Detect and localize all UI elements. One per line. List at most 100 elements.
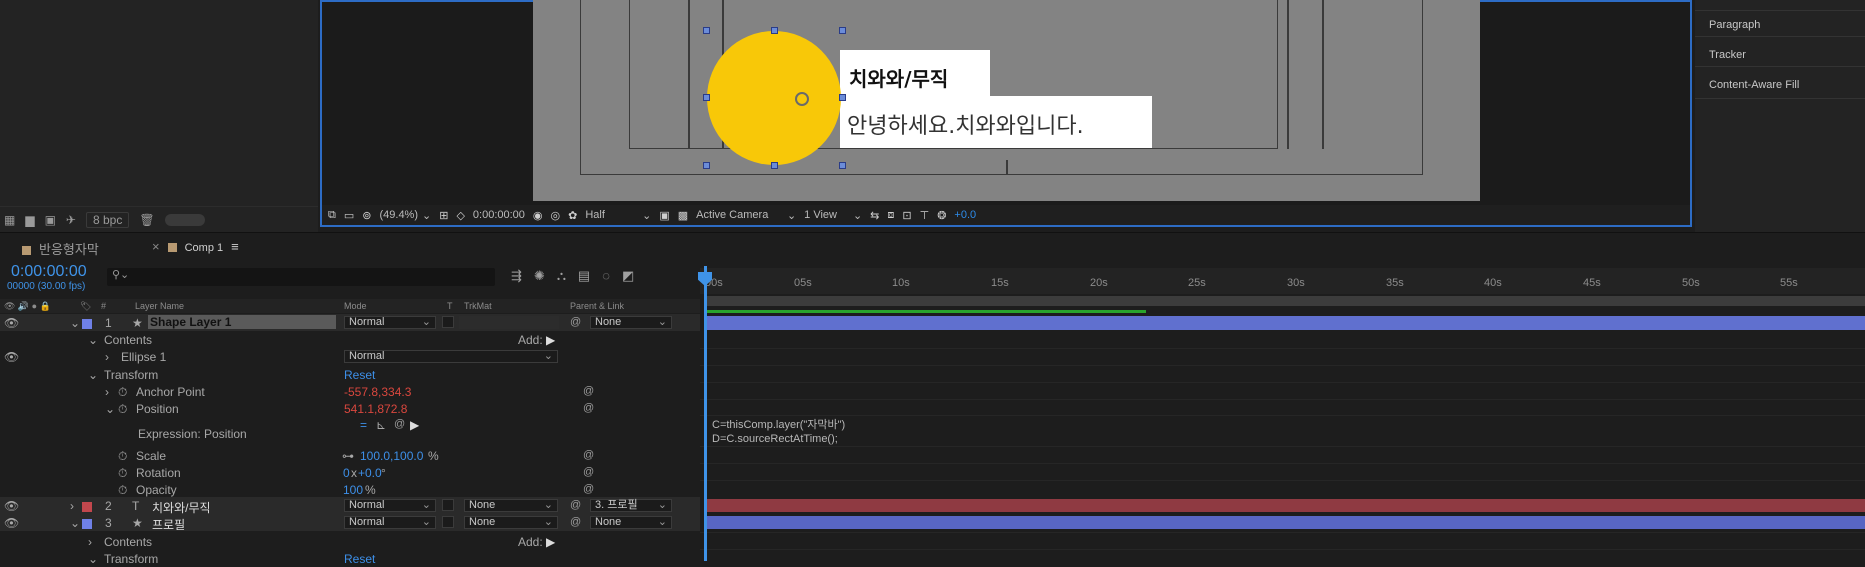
tab-reactive-subtitle[interactable]: 반응형자막	[22, 239, 99, 258]
resolution-dropdown[interactable]: Half ⌄	[585, 209, 651, 222]
pickwhip-icon[interactable]: @	[570, 316, 581, 328]
parent-dropdown[interactable]: 3. 프로필 ⌄	[590, 499, 672, 512]
pickwhip-icon[interactable]: @	[583, 466, 594, 478]
time-ruler[interactable]: 00s 05s 10s 15s 20s 25s 30s 35s 40s 45s …	[700, 268, 1865, 294]
snapshot-icon[interactable]: ◎	[551, 209, 561, 222]
rotation-row[interactable]: ⏱ Rotation 0 x +0.0 ° @	[0, 464, 700, 481]
bbox-handle[interactable]	[703, 162, 710, 169]
pickwhip-icon[interactable]: @	[570, 516, 581, 528]
content-aware-fill-panel[interactable]: Content-Aware Fill	[1709, 79, 1799, 91]
layer2-duration-bar[interactable]	[706, 499, 1865, 512]
eye-icon[interactable]: 👁	[4, 516, 19, 530]
mode-dropdown[interactable]: Normal ⌄	[344, 516, 436, 529]
pickwhip-icon[interactable]: @	[583, 449, 594, 461]
pickwhip-icon[interactable]: @	[583, 385, 594, 397]
close-icon[interactable]: ×	[152, 239, 160, 254]
timeline-icon[interactable]: ⊡	[902, 209, 911, 222]
chevron-right-icon[interactable]: ›	[88, 535, 92, 549]
tab-comp1[interactable]: × Comp 1 ≡	[152, 239, 239, 254]
region-icon[interactable]: ▣	[659, 209, 669, 222]
position-value[interactable]: 541.1,872.8	[344, 402, 407, 416]
pickwhip-icon[interactable]: @	[583, 483, 594, 495]
preserve-transparency-box[interactable]	[442, 516, 454, 528]
stopwatch-icon[interactable]: ⏱	[118, 466, 127, 481]
bbox-handle[interactable]	[839, 162, 846, 169]
graph-editor-icon[interactable]: ◩	[622, 268, 634, 284]
new-folder-icon[interactable]: ▆	[25, 213, 34, 227]
safe-zones-icon[interactable]: ⊞	[439, 209, 448, 222]
exposure-value[interactable]: +0.0	[954, 209, 976, 221]
ellipse-row[interactable]: 👁 › Ellipse 1 Normal ⌄	[0, 348, 700, 365]
fast-preview-icon[interactable]: ⧈	[887, 209, 894, 222]
layer1-duration-bar[interactable]	[706, 316, 1865, 330]
eye-icon[interactable]: 👁	[4, 316, 19, 330]
ellipse-mode-dropdown[interactable]: Normal ⌄	[344, 350, 558, 363]
layer3-duration-bar[interactable]	[706, 516, 1865, 529]
channel-icon[interactable]: ✿	[568, 209, 577, 222]
trash-icon[interactable]: 🗑	[139, 213, 154, 227]
menu-icon[interactable]: ≡	[231, 239, 239, 254]
monitor-icon[interactable]: ▭	[344, 209, 354, 222]
chevron-down-icon[interactable]: ⌄	[88, 552, 98, 566]
chevron-down-icon[interactable]: ⌄	[88, 333, 98, 347]
always-preview-icon[interactable]: ⧉	[328, 209, 336, 222]
trkmat-dropdown[interactable]: None ⌄	[464, 516, 558, 529]
chevron-down-icon[interactable]: ⌄	[70, 316, 80, 330]
motion-blur-icon[interactable]: ◌	[602, 268, 610, 284]
layer-row-1[interactable]: 👁 ⌄ 1 ★ Shape Layer 1 Normal ⌄ @ None ⌄	[0, 314, 700, 331]
frame-blending-icon[interactable]: ▤	[578, 268, 590, 284]
add-play-icon[interactable]: ▶	[546, 535, 555, 549]
label-color[interactable]	[82, 502, 92, 512]
stopwatch-icon[interactable]: ⏱	[118, 483, 127, 498]
scale-value[interactable]: 100.0,100.0	[360, 449, 423, 463]
chevron-right-icon[interactable]: ›	[105, 350, 109, 364]
shy-icon[interactable]: ⛬	[557, 268, 566, 284]
label-color[interactable]	[82, 519, 92, 529]
opacity-row[interactable]: ⏱ Opacity 100 % @	[0, 481, 700, 498]
bbox-handle[interactable]	[703, 27, 710, 34]
mask-icon[interactable]: ⊚	[362, 209, 371, 222]
pickwhip-icon[interactable]: @	[570, 499, 581, 511]
layer-row-3[interactable]: 👁 ⌄ 3 ★ 프로필 Normal ⌄ None ⌄ @ None ⌄	[0, 514, 700, 532]
opacity-value[interactable]: 100	[343, 483, 363, 497]
transform-row[interactable]: ⌄ Transform Reset	[0, 366, 700, 383]
parent-dropdown[interactable]: None ⌄	[590, 316, 672, 329]
composition-mini-flowchart-icon[interactable]: ⇶	[511, 268, 522, 284]
playhead[interactable]	[704, 266, 707, 561]
reset-link[interactable]: Reset	[344, 552, 375, 566]
position-row[interactable]: ⌄ ⏱ Position 541.1,872.8 @	[0, 400, 700, 417]
contents-row[interactable]: ⌄ Contents Add: ▶	[0, 331, 700, 348]
scale-row[interactable]: ⏱ Scale ⊶ 100.0,100.0 % @	[0, 447, 700, 464]
chevron-down-icon[interactable]: ⌄	[70, 516, 80, 530]
col-layer-name[interactable]: Layer Name	[135, 301, 184, 311]
eye-icon[interactable]: 👁	[4, 350, 19, 364]
pickwhip-icon[interactable]: @	[583, 402, 594, 414]
bbox-handle[interactable]	[771, 162, 778, 169]
mask-visibility-icon[interactable]: ◇	[456, 209, 464, 222]
mode-dropdown[interactable]: Normal ⌄	[344, 499, 436, 512]
expression-editor[interactable]: C=thisComp.layer("자막바") D=C.sourceRectAt…	[712, 418, 845, 446]
link-icon[interactable]: ⊶	[342, 449, 354, 463]
bbox-handle[interactable]	[771, 27, 778, 34]
paragraph-panel[interactable]: Paragraph	[1709, 19, 1760, 31]
chevron-down-icon[interactable]: ⌄	[105, 402, 115, 416]
transform-row-2[interactable]: ⌄ Transform Reset	[0, 550, 700, 567]
trkmat-dropdown[interactable]: None ⌄	[464, 499, 558, 512]
contents-row-2[interactable]: › Contents Add: ▶	[0, 533, 700, 550]
interpret-footage-icon[interactable]: ▦	[4, 213, 15, 227]
tracker-panel[interactable]: Tracker	[1709, 49, 1746, 61]
search-input[interactable]	[107, 268, 495, 286]
bbox-handle[interactable]	[839, 27, 846, 34]
toggle-pixel-icon[interactable]: ⇆	[870, 209, 879, 222]
eye-icon[interactable]: 👁	[4, 499, 19, 513]
chevron-right-icon[interactable]: ›	[105, 385, 109, 399]
bpc-button[interactable]: 8 bpc	[85, 211, 130, 228]
zoom-dropdown[interactable]: (49.4%) ⌄	[379, 209, 431, 222]
current-time[interactable]: 0:00:00:00	[11, 263, 87, 281]
stopwatch-icon[interactable]: ⏱	[118, 449, 127, 464]
chevron-down-icon[interactable]: ⌄	[88, 368, 98, 382]
profile-circle[interactable]	[707, 31, 841, 165]
work-area-bar[interactable]	[706, 296, 1865, 306]
transparency-grid-icon[interactable]: ▩	[678, 209, 688, 222]
reset-exposure-icon[interactable]: ❂	[937, 209, 946, 222]
